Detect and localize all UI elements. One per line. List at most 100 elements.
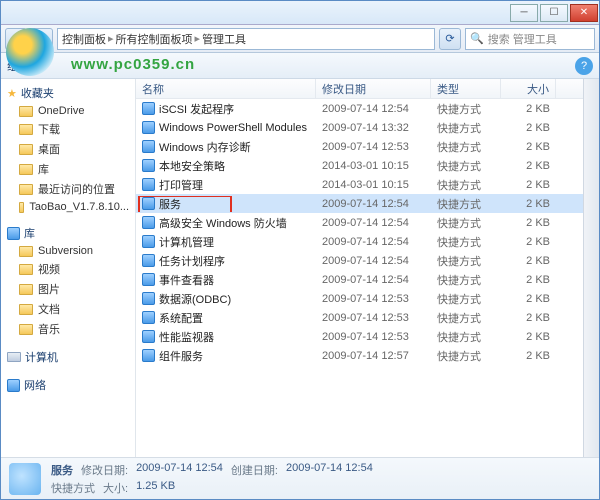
breadcrumb-item[interactable]: 管理工具 <box>202 31 246 47</box>
nav-item[interactable]: 音乐 <box>1 319 135 339</box>
nav-item[interactable]: 文档 <box>1 299 135 319</box>
desk-icon <box>19 144 33 155</box>
file-type: 快捷方式 <box>431 120 501 136</box>
file-list: 名称 修改日期 类型 大小 iSCSI 发起程序2009-07-14 12:54… <box>136 79 583 457</box>
file-name: 任务计划程序 <box>159 253 225 269</box>
details-icon <box>9 463 41 495</box>
file-size: 2 KB <box>501 350 556 362</box>
breadcrumb[interactable]: 控制面板 ▸ 所有控制面板项 ▸ 管理工具 <box>57 28 435 50</box>
details-pane: 服务 修改日期: 2009-07-14 12:54 创建日期: 2009-07-… <box>1 457 599 499</box>
col-name[interactable]: 名称 <box>136 79 316 98</box>
file-type: 快捷方式 <box>431 348 501 364</box>
file-size: 2 KB <box>501 255 556 267</box>
nav-libraries-header[interactable]: 库 <box>1 223 135 243</box>
nav-item[interactable]: 下载 <box>1 119 135 139</box>
file-date: 2009-07-14 12:53 <box>316 141 431 153</box>
file-type: 快捷方式 <box>431 291 501 307</box>
details-size-value: 1.25 KB <box>136 480 175 496</box>
search-icon: 🔍 <box>470 32 484 45</box>
doc-icon <box>19 304 33 315</box>
file-name: 性能监视器 <box>159 329 214 345</box>
file-date: 2009-07-14 13:32 <box>316 122 431 134</box>
network-icon <box>7 379 20 392</box>
file-row[interactable]: 高级安全 Windows 防火墙2009-07-14 12:54快捷方式2 KB <box>136 213 583 232</box>
file-size: 2 KB <box>501 160 556 172</box>
file-row[interactable]: Windows 内存诊断2009-07-14 12:53快捷方式2 KB <box>136 137 583 156</box>
toolbar: 组织 ▾ www.pc0359.cn ? <box>1 53 599 79</box>
file-type: 快捷方式 <box>431 101 501 117</box>
search-input[interactable]: 🔍 搜索 管理工具 <box>465 28 595 50</box>
file-size: 2 KB <box>501 179 556 191</box>
details-mod-value: 2009-07-14 12:54 <box>136 462 223 478</box>
file-row[interactable]: 性能监视器2009-07-14 12:53快捷方式2 KB <box>136 327 583 346</box>
file-size: 2 KB <box>501 141 556 153</box>
file-name: 服务 <box>159 196 181 212</box>
nav-item[interactable]: 图片 <box>1 279 135 299</box>
file-row[interactable]: 服务2009-07-14 12:54快捷方式2 KB <box>136 194 583 213</box>
help-button[interactable]: ? <box>575 57 593 75</box>
nav-computer-header[interactable]: 计算机 <box>1 347 135 367</box>
shortcut-icon <box>142 102 155 115</box>
shortcut-icon <box>142 140 155 153</box>
file-row[interactable]: Windows PowerShell Modules2009-07-14 13:… <box>136 118 583 137</box>
nav-item[interactable]: 库 <box>1 159 135 179</box>
file-date: 2009-07-14 12:54 <box>316 236 431 248</box>
lib-icon <box>19 164 33 175</box>
file-row[interactable]: 任务计划程序2009-07-14 12:54快捷方式2 KB <box>136 251 583 270</box>
file-size: 2 KB <box>501 217 556 229</box>
nav-item[interactable]: TaoBao_V1.7.8.10... <box>1 199 135 215</box>
file-date: 2009-07-14 12:54 <box>316 103 431 115</box>
file-type: 快捷方式 <box>431 215 501 231</box>
dl-icon <box>19 124 33 135</box>
file-row[interactable]: 打印管理2014-03-01 10:15快捷方式2 KB <box>136 175 583 194</box>
file-row[interactable]: 组件服务2009-07-14 12:57快捷方式2 KB <box>136 346 583 365</box>
back-button[interactable]: ◀ <box>5 28 27 50</box>
nav-item[interactable]: 视频 <box>1 259 135 279</box>
nav-item[interactable]: 桌面 <box>1 139 135 159</box>
minimize-button[interactable]: ─ <box>510 4 538 22</box>
nav-network-header[interactable]: 网络 <box>1 375 135 395</box>
breadcrumb-item[interactable]: 控制面板 <box>62 31 106 47</box>
nav-item[interactable]: 最近访问的位置 <box>1 179 135 199</box>
file-type: 快捷方式 <box>431 139 501 155</box>
col-size[interactable]: 大小 <box>501 79 556 98</box>
file-date: 2009-07-14 12:54 <box>316 198 431 210</box>
file-row[interactable]: 本地安全策略2014-03-01 10:15快捷方式2 KB <box>136 156 583 175</box>
breadcrumb-item[interactable]: 所有控制面板项 <box>116 31 193 47</box>
shortcut-icon <box>142 273 155 286</box>
file-name: 打印管理 <box>159 177 203 193</box>
breadcrumb-sep-icon: ▸ <box>108 32 114 45</box>
file-date: 2009-07-14 12:57 <box>316 350 431 362</box>
file-date: 2014-03-01 10:15 <box>316 160 431 172</box>
organize-menu[interactable]: 组织 ▾ <box>7 58 38 74</box>
close-button[interactable]: ✕ <box>570 4 598 22</box>
file-name: 高级安全 Windows 防火墙 <box>159 215 287 231</box>
details-create-label: 创建日期: <box>231 462 278 478</box>
col-date[interactable]: 修改日期 <box>316 79 431 98</box>
nav-item[interactable]: OneDrive <box>1 103 135 119</box>
file-size: 2 KB <box>501 312 556 324</box>
file-type: 快捷方式 <box>431 234 501 250</box>
details-type: 快捷方式 <box>51 480 95 496</box>
file-row[interactable]: 事件查看器2009-07-14 12:54快捷方式2 KB <box>136 270 583 289</box>
file-row[interactable]: iSCSI 发起程序2009-07-14 12:54快捷方式2 KB <box>136 99 583 118</box>
vertical-scrollbar[interactable] <box>583 79 599 457</box>
forward-button[interactable]: ▶ <box>31 28 53 50</box>
shortcut-icon <box>142 254 155 267</box>
col-type[interactable]: 类型 <box>431 79 501 98</box>
refresh-button[interactable]: ⟳ <box>439 28 461 50</box>
shortcut-icon <box>142 235 155 248</box>
file-row[interactable]: 系统配置2009-07-14 12:53快捷方式2 KB <box>136 308 583 327</box>
file-date: 2009-07-14 12:54 <box>316 274 431 286</box>
file-name: 计算机管理 <box>159 234 214 250</box>
file-row[interactable]: 数据源(ODBC)2009-07-14 12:53快捷方式2 KB <box>136 289 583 308</box>
maximize-button[interactable]: ☐ <box>540 4 568 22</box>
file-date: 2009-07-14 12:53 <box>316 312 431 324</box>
recent-icon <box>19 184 33 195</box>
svn-icon <box>19 246 33 257</box>
nav-item[interactable]: Subversion <box>1 243 135 259</box>
cloud-icon <box>19 106 33 117</box>
shortcut-icon <box>142 311 155 324</box>
nav-favorites-header[interactable]: ★收藏夹 <box>1 83 135 103</box>
file-row[interactable]: 计算机管理2009-07-14 12:54快捷方式2 KB <box>136 232 583 251</box>
